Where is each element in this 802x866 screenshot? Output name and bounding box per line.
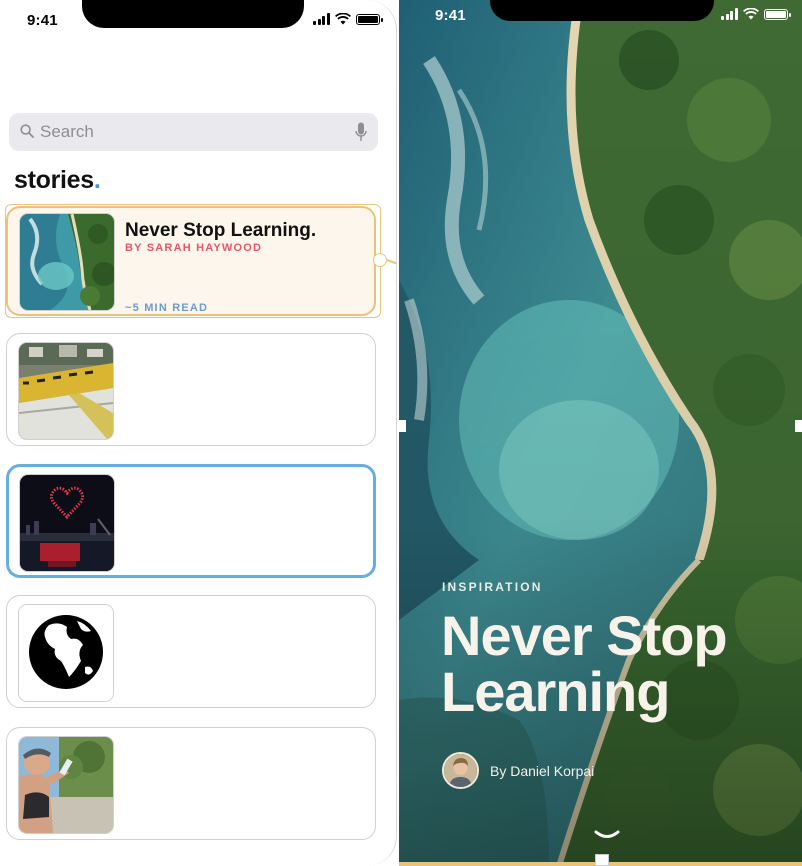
cellular-signal-icon [313,13,330,25]
status-bar: 9:41 [399,0,802,44]
globe-icon-thumbnail [18,604,114,702]
author-name: By Daniel Korpai [490,762,595,779]
search-bar[interactable] [9,113,378,151]
wifi-icon [743,8,759,20]
author-avatar [442,752,479,789]
device-notch [490,0,714,21]
city-aerial-thumbnail [18,342,114,440]
microphone-icon[interactable] [355,122,367,142]
hero-aerial-beach-image [399,0,802,866]
story-card[interactable] [6,727,376,840]
story-category: INSPIRATION [442,580,543,594]
battery-icon [764,8,791,20]
story-card-featured[interactable]: Never Stop Learning. BY SARAH HAYWOOD ~5… [6,206,376,316]
status-time: 9:41 [27,12,58,29]
story-card-selected[interactable] [6,464,376,578]
resize-handle-bottom[interactable] [595,854,609,866]
search-input[interactable] [40,113,340,151]
section-title: stories. [14,166,101,194]
status-time: 9:41 [435,7,466,24]
story-read-time: ~5 MIN READ [125,302,209,314]
wifi-icon [335,13,351,25]
search-icon [20,124,34,138]
resize-handle-right[interactable] [795,420,802,432]
story-title: Never Stop Learning. [125,220,317,241]
status-bar: 9:41 [0,0,396,44]
prototype-link-handle[interactable] [373,253,387,267]
story-byline[interactable]: By Daniel Korpai [442,752,594,789]
device-notch [82,0,304,28]
story-card[interactable] [6,333,376,446]
story-detail-screen: 9:41 INSPIRATION Never Stop Learning By … [399,0,802,866]
runner-drinking-thumbnail [18,736,114,834]
story-hero-title: Never Stop Learning [441,604,728,723]
prototype-connector-line [386,259,396,266]
night-drone-heart-thumbnail [19,474,115,572]
story-card[interactable] [6,595,376,708]
chevron-down-icon[interactable] [594,830,620,842]
story-list-screen: 9:41 stories. [0,0,397,866]
battery-icon [356,13,383,25]
cellular-signal-icon [721,8,738,20]
story-author: BY SARAH HAYWOOD [125,242,263,254]
resize-handle-left[interactable] [399,420,406,432]
beach-aerial-thumbnail [19,213,115,311]
